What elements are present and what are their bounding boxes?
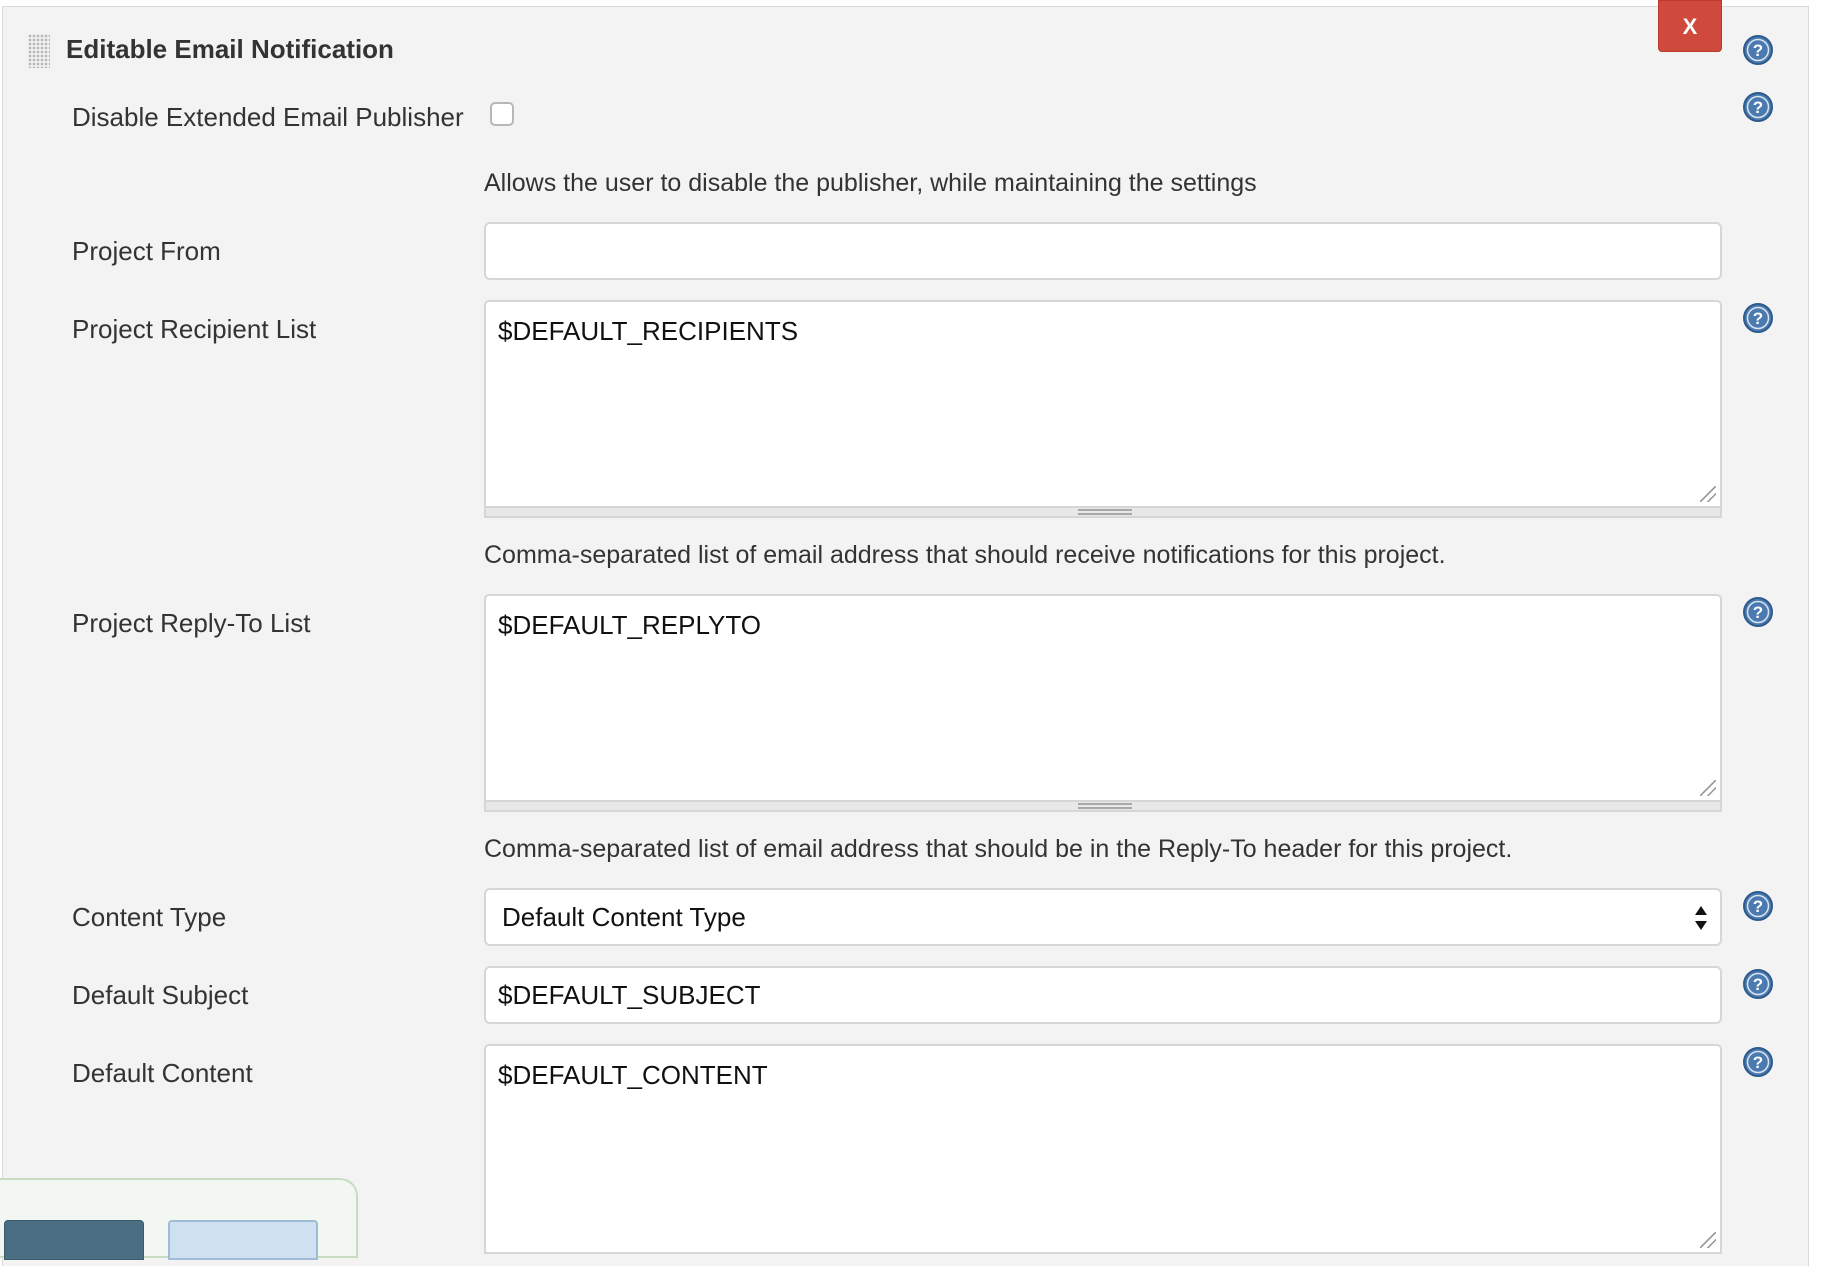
project-from-input[interactable] (484, 222, 1722, 280)
svg-text:?: ? (1753, 309, 1763, 328)
project-from-label: Project From (72, 236, 221, 266)
section-title: Editable Email Notification (66, 34, 394, 64)
recipient-list-value: $DEFAULT_RECIPIENTS (498, 316, 799, 346)
default-subject-input[interactable]: $DEFAULT_SUBJECT (484, 966, 1722, 1024)
disable-publisher-checkbox[interactable] (490, 102, 514, 126)
content-type-selected: Default Content Type (502, 902, 746, 932)
svg-text:?: ? (1753, 1053, 1763, 1072)
help-icon[interactable]: ? (1742, 968, 1774, 1000)
content-type-label: Content Type (72, 902, 227, 932)
reply-to-list-value: $DEFAULT_REPLYTO (498, 610, 761, 640)
disable-publisher-description: Allows the user to disable the publisher… (484, 169, 1257, 197)
grip-icon (1078, 509, 1132, 515)
recipient-list-textarea[interactable]: $DEFAULT_RECIPIENTS (484, 300, 1722, 508)
svg-text:?: ? (1753, 603, 1763, 622)
recipient-list-label: Project Recipient List (72, 314, 317, 344)
help-icon[interactable]: ? (1742, 890, 1774, 922)
apply-button[interactable] (168, 1220, 318, 1260)
resize-corner-icon[interactable] (1700, 780, 1716, 796)
select-arrows-icon (1695, 906, 1707, 930)
help-icon[interactable]: ? (1742, 91, 1774, 123)
grip-icon (1078, 803, 1132, 809)
svg-text:?: ? (1753, 98, 1763, 117)
svg-text:?: ? (1753, 975, 1763, 994)
default-content-textarea[interactable]: $DEFAULT_CONTENT (484, 1044, 1722, 1254)
recipient-list-resize-handle[interactable] (484, 508, 1722, 518)
disable-publisher-label: Disable Extended Email Publisher (72, 102, 464, 132)
reply-to-list-label: Project Reply-To List (72, 608, 311, 638)
default-content-label: Default Content (72, 1058, 253, 1088)
reply-to-list-resize-handle[interactable] (484, 802, 1722, 812)
help-icon[interactable]: ? (1742, 302, 1774, 334)
delete-section-button[interactable]: X (1658, 0, 1722, 52)
resize-corner-icon[interactable] (1700, 486, 1716, 502)
help-icon[interactable]: ? (1742, 1046, 1774, 1078)
drag-handle-icon[interactable] (28, 34, 50, 68)
reply-to-list-description: Comma-separated list of email address th… (484, 835, 1513, 863)
reply-to-list-textarea[interactable]: $DEFAULT_REPLYTO (484, 594, 1722, 802)
svg-text:?: ? (1753, 41, 1763, 60)
default-content-value: $DEFAULT_CONTENT (498, 1060, 768, 1090)
help-icon[interactable]: ? (1742, 34, 1774, 66)
content-type-select[interactable]: Default Content Type (484, 888, 1722, 946)
save-button[interactable] (4, 1220, 144, 1260)
default-subject-label: Default Subject (72, 980, 249, 1010)
svg-text:?: ? (1753, 897, 1763, 916)
recipient-list-description: Comma-separated list of email address th… (484, 541, 1446, 569)
help-icon[interactable]: ? (1742, 596, 1774, 628)
